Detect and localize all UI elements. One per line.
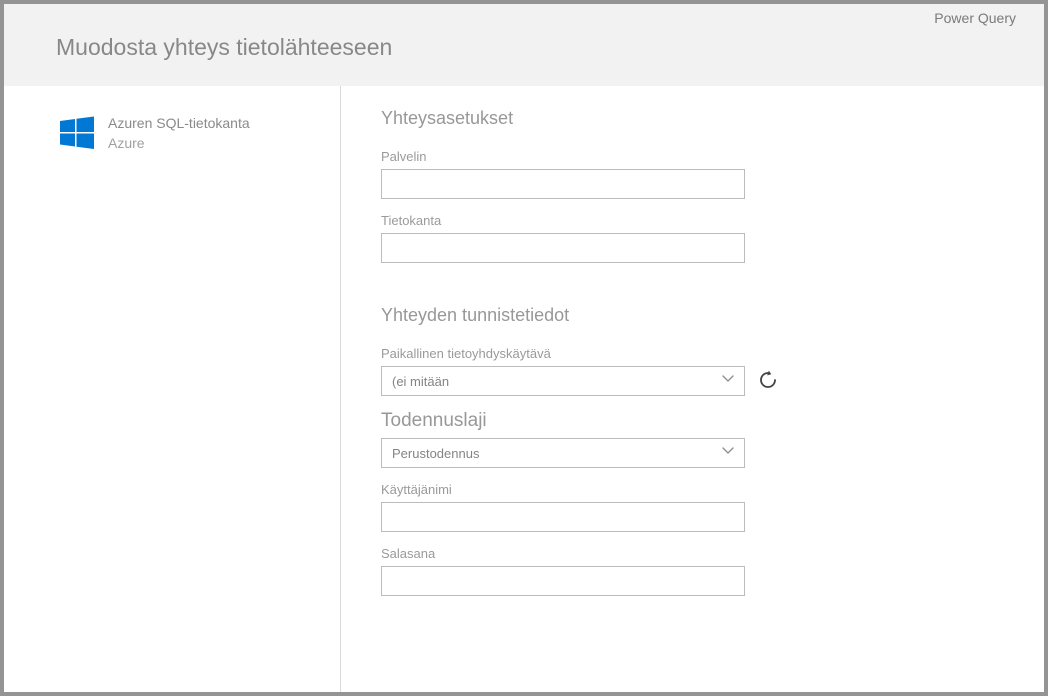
dialog-frame: Power Query Muodosta yhteys tietolähtees… <box>0 0 1048 696</box>
source-name: Azuren SQL-tietokanta <box>108 114 250 134</box>
windows-logo-icon <box>60 116 94 150</box>
database-input[interactable] <box>381 233 745 263</box>
password-input[interactable] <box>381 566 745 596</box>
source-category: Azure <box>108 134 250 154</box>
refresh-icon <box>758 370 778 393</box>
refresh-gateway-button[interactable] <box>757 370 779 392</box>
dialog-title: Muodosta yhteys tietolähteeseen <box>56 34 1048 61</box>
source-panel: Azuren SQL-tietokanta Azure <box>4 86 341 692</box>
dialog-header: Power Query Muodosta yhteys tietolähtees… <box>4 4 1044 86</box>
source-labels: Azuren SQL-tietokanta Azure <box>108 114 250 153</box>
gateway-label: Paikallinen tietoyhdyskäytävä <box>381 346 1044 361</box>
connection-settings-title: Yhteysasetukset <box>381 108 1044 129</box>
auth-type-select[interactable]: Perustodennus <box>381 438 745 468</box>
credentials-title: Yhteyden tunnistetiedot <box>381 305 1044 326</box>
gateway-select[interactable]: (ei mitään <box>381 366 745 396</box>
password-label: Salasana <box>381 546 1044 561</box>
content-area: Azuren SQL-tietokanta Azure Yhteysasetuk… <box>4 86 1044 692</box>
server-label: Palvelin <box>381 149 1044 164</box>
gateway-select-wrap: (ei mitään <box>381 366 745 396</box>
selected-source[interactable]: Azuren SQL-tietokanta Azure <box>60 114 340 153</box>
username-label: Käyttäjänimi <box>381 482 1044 497</box>
database-label: Tietokanta <box>381 213 1044 228</box>
form-panel: Yhteysasetukset Palvelin Tietokanta Yhte… <box>341 86 1044 692</box>
brand-label: Power Query <box>934 10 1016 26</box>
auth-select-wrap: Perustodennus <box>381 438 745 468</box>
server-input[interactable] <box>381 169 745 199</box>
auth-type-title: Todennuslaji <box>381 410 1044 432</box>
username-input[interactable] <box>381 502 745 532</box>
